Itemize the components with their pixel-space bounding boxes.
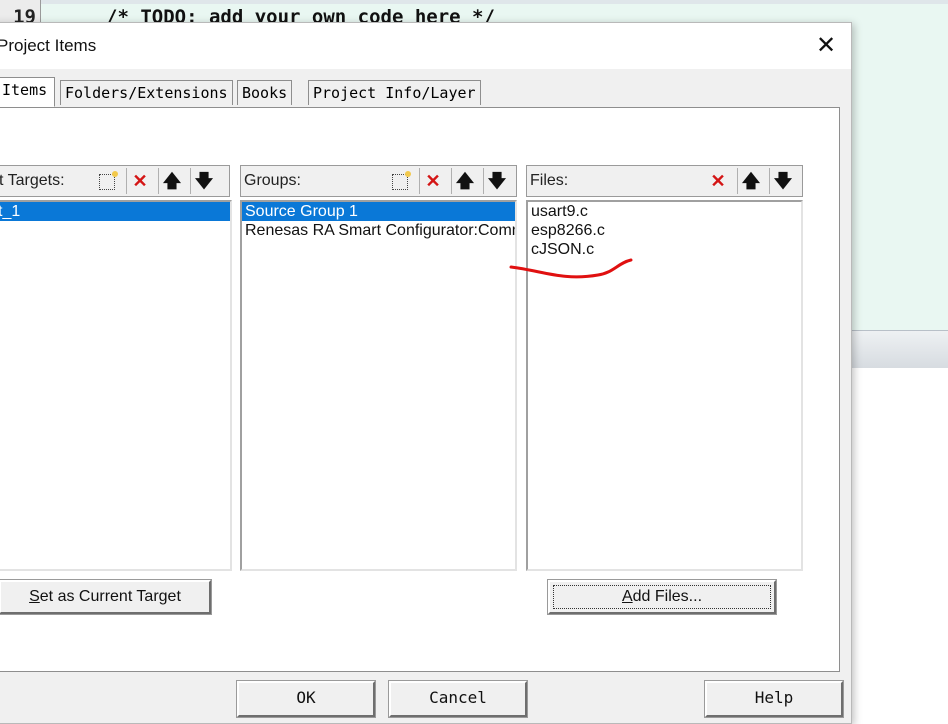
ok-label: OK: [296, 688, 316, 707]
move-up-icon: 🡅: [455, 171, 475, 191]
add-files-label: Add Files...: [621, 588, 703, 605]
close-button[interactable]: ✕: [811, 31, 841, 61]
groups-list[interactable]: Source Group 1 Renesas RA Smart Configur…: [240, 200, 517, 571]
list-item[interactable]: Renesas RA Smart Configurator:Comm: [242, 221, 515, 240]
files-label: Files:: [530, 172, 569, 189]
close-icon: ✕: [815, 32, 837, 59]
help-button[interactable]: Help: [704, 680, 844, 718]
move-up-icon: 🡅: [741, 171, 761, 191]
groups-delete-button[interactable]: ✕: [419, 168, 446, 194]
list-item[interactable]: t_1: [0, 202, 230, 221]
move-down-icon: 🡇: [194, 171, 214, 191]
new-item-icon: [99, 171, 118, 190]
project-items-dialog: Project Items ✕ ct Targets: ✕ 🡅 🡇 t_1 Gr…: [0, 22, 852, 724]
editor-top-rule: [0, 0, 948, 4]
tab-label: Folders/Extensions: [65, 84, 228, 102]
list-item[interactable]: esp8266.c: [528, 221, 801, 240]
targets-new-button[interactable]: [94, 168, 120, 194]
tab-label: Project Info/Layer: [313, 84, 476, 102]
tab-label: Items: [2, 81, 48, 99]
tab-label: Books: [242, 84, 288, 102]
editor-output-bar: [850, 330, 948, 370]
targets-list[interactable]: t_1: [0, 200, 232, 571]
targets-move-up-button[interactable]: 🡅: [158, 168, 185, 194]
files-move-up-button[interactable]: 🡅: [737, 168, 764, 194]
add-files-button[interactable]: Add Files...: [547, 579, 777, 615]
list-item[interactable]: Source Group 1: [242, 202, 515, 221]
move-down-icon: 🡇: [487, 171, 507, 191]
groups-label: Groups:: [244, 172, 301, 189]
help-label: Help: [754, 688, 794, 707]
groups-new-button[interactable]: [387, 168, 413, 194]
files-move-down-button[interactable]: 🡇: [769, 168, 796, 194]
dialog-title: Project Items: [0, 36, 97, 55]
targets-label: ct Targets:: [0, 172, 65, 189]
targets-delete-button[interactable]: ✕: [126, 168, 153, 194]
tab-folders-extensions[interactable]: Folders/Extensions: [60, 80, 233, 105]
groups-header: Groups: ✕ 🡅 🡇: [240, 165, 517, 197]
set-current-target-label: Set as Current Target: [29, 588, 181, 605]
delete-icon: ✕: [710, 171, 726, 191]
delete-icon: ✕: [132, 171, 148, 191]
move-down-icon: 🡇: [773, 171, 793, 191]
red-underline-annotation: [509, 258, 633, 279]
cancel-button[interactable]: Cancel: [388, 680, 528, 718]
editor-output-pane: [850, 368, 948, 700]
targets-move-down-button[interactable]: 🡇: [190, 168, 217, 194]
cancel-label: Cancel: [429, 688, 487, 707]
tab-items[interactable]: Items: [0, 77, 55, 107]
dialog-titlebar: Project Items ✕: [0, 23, 851, 69]
groups-move-down-button[interactable]: 🡇: [483, 168, 510, 194]
set-current-target-button[interactable]: Set as Current Target: [0, 579, 212, 615]
files-delete-button[interactable]: ✕: [705, 168, 731, 194]
delete-icon: ✕: [425, 171, 441, 191]
groups-move-up-button[interactable]: 🡅: [451, 168, 478, 194]
tab-books[interactable]: Books: [237, 80, 293, 105]
targets-header: ct Targets: ✕ 🡅 🡇: [0, 165, 230, 197]
tab-project-info-layer[interactable]: Project Info/Layer: [308, 80, 481, 105]
tab-panel: ct Targets: ✕ 🡅 🡇 t_1 Groups: ✕ 🡅 🡇 Sour…: [0, 107, 840, 672]
new-item-icon: [392, 171, 411, 190]
ok-button[interactable]: OK: [236, 680, 376, 718]
move-up-icon: 🡅: [162, 171, 182, 191]
list-item[interactable]: usart9.c: [528, 202, 801, 221]
files-header: Files: ✕ 🡅 🡇: [526, 165, 803, 197]
